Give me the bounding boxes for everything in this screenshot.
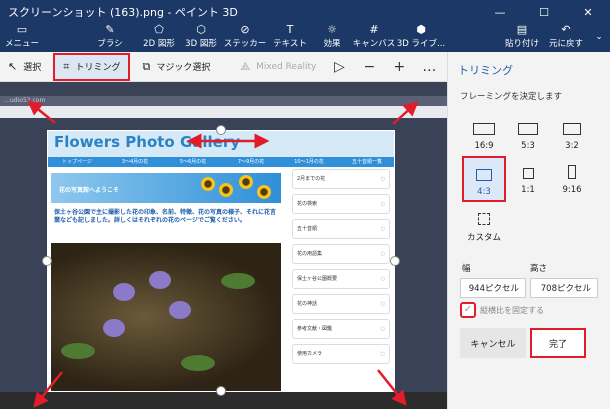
ratio-label: 3:2 — [565, 141, 579, 151]
folder-icon: ▭ — [16, 23, 28, 36]
ribbon-brushes-label: ブラシ — [97, 39, 123, 49]
ratio-label: 9:16 — [562, 185, 582, 195]
ribbon-stickers[interactable]: ⊘ ステッカー — [222, 24, 268, 52]
ratio-shape-icon — [518, 123, 538, 135]
maximize-button[interactable]: ☐ — [522, 0, 566, 24]
annotation-arrows — [27, 100, 419, 408]
trim-tool-label: トリミング — [75, 63, 121, 73]
ribbon-stickers-label: ステッカー — [223, 39, 267, 49]
effects-icon: ☼ — [327, 23, 337, 36]
close-button[interactable]: ✕ — [566, 0, 610, 24]
ribbon-effects[interactable]: ☼ 効果 — [312, 24, 352, 52]
undo-label: 元に戻す — [548, 39, 583, 49]
zoom-in-icon[interactable]: + — [384, 59, 414, 75]
title-bar: スクリーンショット (163).png - ペイント 3D — ☐ ✕ — [0, 0, 610, 24]
ribbon-effects-label: 効果 — [323, 39, 341, 49]
ratio-shape-icon — [476, 169, 492, 181]
ratio-label: カスタム — [466, 233, 501, 243]
arrow-top-left — [27, 100, 56, 124]
ratio-label: 1:1 — [521, 185, 535, 195]
chevron-down-icon: ⌄ — [595, 31, 603, 42]
3d-shapes-icon: ⬡ — [196, 23, 206, 36]
lock-aspect-label: 縦横比を固定する — [480, 306, 544, 315]
minimize-button[interactable]: — — [478, 0, 522, 24]
ribbon-more-button[interactable]: ⌄ — [588, 24, 610, 52]
paste-icon: ▤ — [516, 23, 528, 36]
window-title: スクリーンショット (163).png - ペイント 3D — [8, 6, 238, 19]
crop-icon: ⌗ — [63, 59, 70, 73]
ribbon-3d-library[interactable]: ⬢ 3D ライブ... — [396, 24, 446, 52]
width-label: 幅 — [462, 264, 471, 274]
ribbon-3d-shapes[interactable]: ⬡ 3D 図形 — [180, 24, 222, 52]
ribbon: ▭ メニュー ✎ ブラシ ⬠ 2D 図形 ⬡ 3D 図形 ⊘ ステッカー T テ… — [0, 24, 610, 52]
crop-toolbar: ↖ 選択 ⌗ トリミング ⧉ マジック選択 ⟁ Mixed Reality ▷ … — [0, 52, 447, 82]
arrow-bottom-left — [33, 371, 63, 408]
select-tool-label: 選択 — [23, 63, 42, 73]
ribbon-3d-library-label: 3D ライブ... — [396, 39, 446, 49]
ratio-5-3[interactable]: 5:3 — [506, 112, 550, 154]
magic-select-icon: ⧉ — [142, 59, 151, 73]
3d-library-icon: ⬢ — [416, 23, 426, 36]
canvas-area[interactable]: …udio52.com Flowers Photo Gallery トップページ… — [0, 82, 447, 409]
ratio-1-1[interactable]: 1:1 — [506, 156, 550, 198]
ratio-16-9[interactable]: 16:9 — [462, 112, 506, 154]
magic-select-tool[interactable]: ⧉ マジック選択 — [134, 52, 218, 82]
mixed-reality-tool[interactable]: ⟁ Mixed Reality — [232, 52, 324, 82]
ribbon-menu-label: メニュー — [4, 39, 39, 49]
ribbon-2d-shapes[interactable]: ⬠ 2D 図形 — [138, 24, 180, 52]
ratio-3-2[interactable]: 3:2 — [550, 112, 594, 154]
undo-icon: ↶ — [561, 23, 571, 36]
2d-shapes-icon: ⬠ — [154, 23, 164, 36]
canvas-icon: # — [369, 23, 379, 36]
zoom-out-icon[interactable]: − — [354, 59, 384, 75]
mixed-reality-label: Mixed Reality — [256, 61, 317, 72]
ratio-custom[interactable]: カスタム — [462, 202, 506, 246]
ribbon-text[interactable]: T テキスト — [268, 24, 312, 52]
height-input[interactable]: 708ピクセル — [530, 278, 598, 298]
ratio-shape-icon — [563, 123, 581, 135]
ribbon-canvas[interactable]: # キャンバス — [352, 24, 396, 52]
ratio-4-3[interactable]: 4:3 — [462, 156, 506, 202]
ribbon-3d-shapes-label: 3D 図形 — [185, 39, 217, 49]
ribbon-text-label: テキスト — [273, 39, 307, 49]
ratio-label: 16:9 — [474, 141, 494, 151]
ratio-shape-icon — [478, 213, 490, 225]
trim-tool[interactable]: ⌗ トリミング — [53, 52, 131, 81]
height-label: 高さ — [530, 264, 548, 274]
mixed-reality-icon: ⟁ — [240, 59, 251, 73]
panel-subtitle: フレーミングを決定します — [460, 92, 563, 102]
ratio-9-16[interactable]: 9:16 — [550, 156, 594, 198]
ribbon-canvas-label: キャンバス — [352, 39, 396, 49]
paste-label: 貼り付け — [504, 39, 539, 49]
magic-select-label: マジック選択 — [156, 63, 211, 73]
view-icon[interactable]: ▷ — [324, 59, 354, 75]
ratio-label: 5:3 — [521, 141, 535, 151]
ribbon-menu[interactable]: ▭ メニュー — [0, 24, 44, 52]
panel-title: トリミング — [458, 64, 513, 77]
select-tool[interactable]: ↖ 選択 — [0, 52, 49, 82]
text-icon: T — [286, 23, 294, 36]
done-button[interactable]: 完了 — [530, 328, 586, 358]
paste-button[interactable]: ▤ 貼り付け — [500, 24, 544, 52]
arrow-top-right — [392, 100, 419, 125]
undo-button[interactable]: ↶ 元に戻す — [544, 24, 588, 52]
ratio-shape-icon — [522, 168, 534, 179]
more-options-icon[interactable]: … — [414, 59, 444, 75]
stickers-icon: ⊘ — [240, 23, 250, 36]
width-input[interactable]: 944ピクセル — [460, 278, 526, 298]
ratio-label: 4:3 — [477, 187, 491, 197]
lock-aspect-checkbox[interactable]: ✓ — [460, 302, 476, 318]
ribbon-brushes[interactable]: ✎ ブラシ — [82, 24, 138, 52]
crop-panel: トリミング フレーミングを決定します 16:9 5:3 3:2 4:3 1:1 … — [447, 52, 610, 409]
brush-icon: ✎ — [105, 23, 115, 36]
cursor-icon: ↖ — [8, 60, 18, 73]
ratio-shape-icon — [473, 123, 495, 135]
ribbon-2d-shapes-label: 2D 図形 — [143, 39, 175, 49]
arrow-bottom-right — [377, 369, 407, 406]
cancel-button[interactable]: キャンセル — [460, 328, 526, 358]
ratio-shape-icon — [568, 165, 576, 179]
